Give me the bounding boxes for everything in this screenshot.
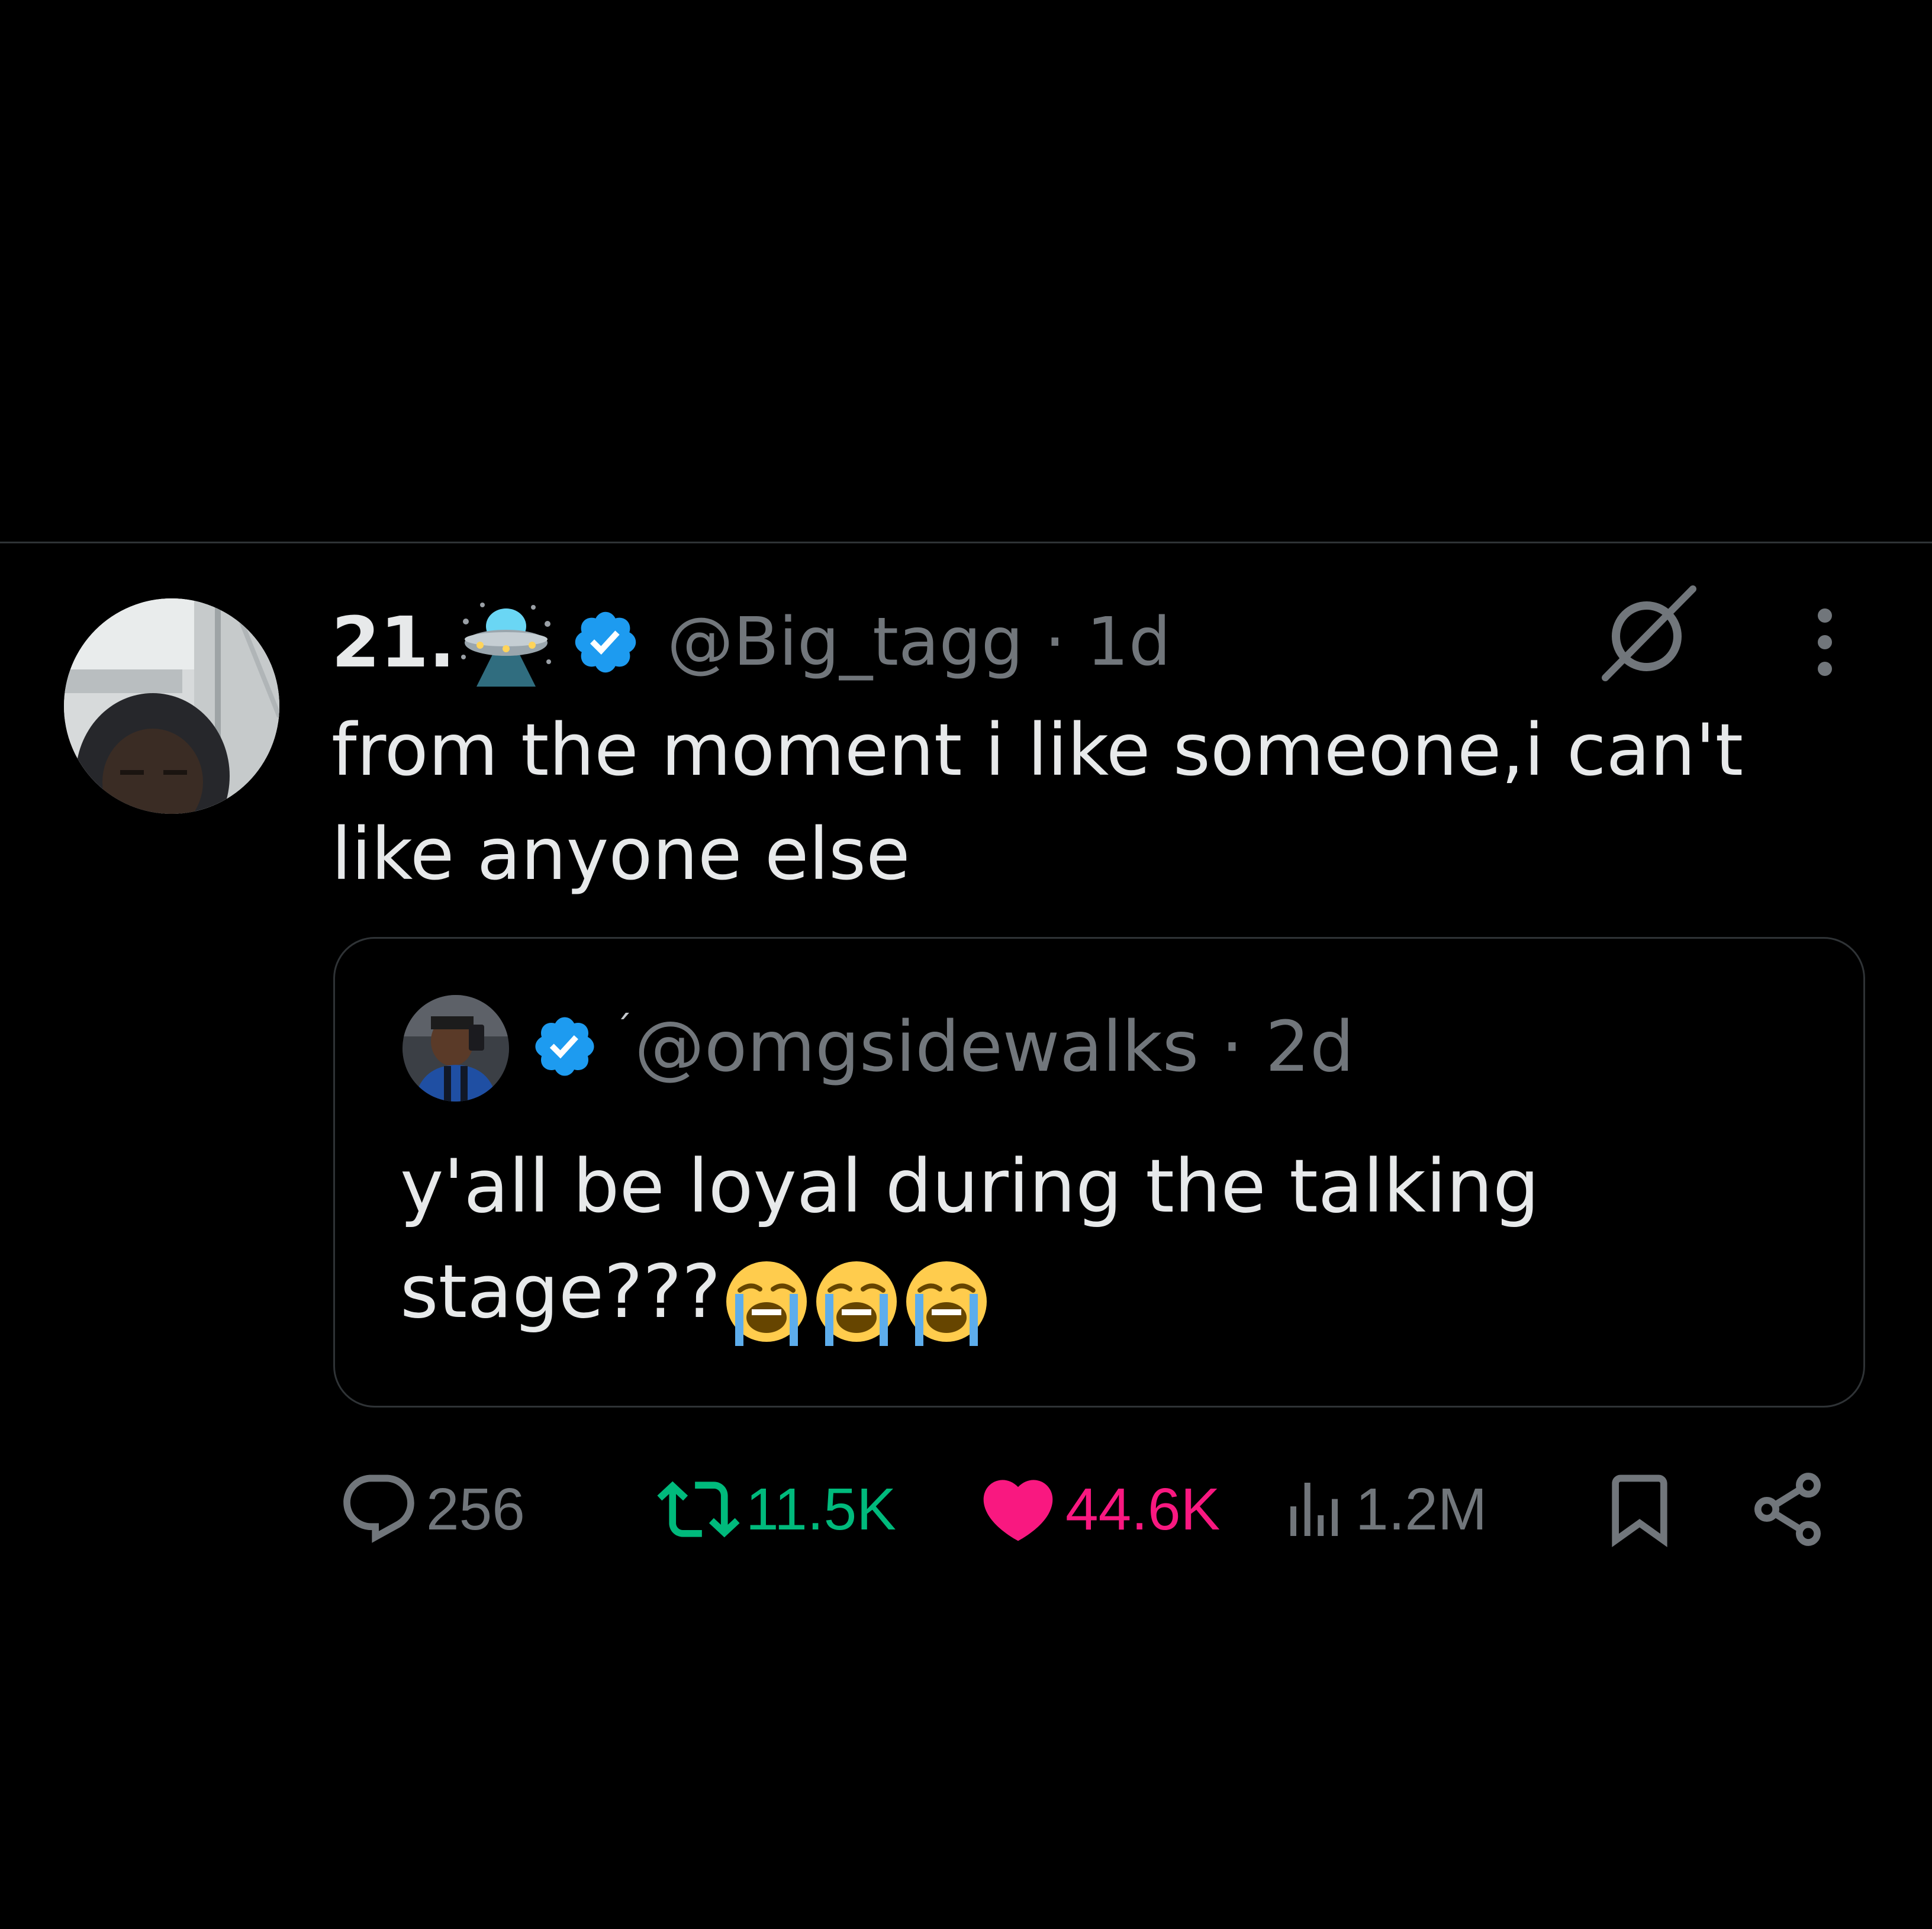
reply-button[interactable]: 256	[337, 1462, 525, 1557]
quoted-tweet-time[interactable]: 2d	[1266, 1006, 1354, 1087]
tweet-text: from the moment i like someone,i can't l…	[331, 709, 1744, 896]
tweet-actions: 256 11.5K 44.6K 1.2M	[337, 1462, 1829, 1557]
reply-icon	[343, 1474, 414, 1543]
quoted-tweet-meta: @omgsidewalks · 2d	[635, 1006, 1354, 1087]
loudly-crying-face-icon	[722, 1257, 811, 1346]
tweet-time[interactable]: 1d	[1087, 604, 1171, 681]
bookmark-icon	[1612, 1474, 1667, 1547]
top-divider	[0, 542, 1932, 543]
author-display-name[interactable]: 21.	[331, 601, 455, 683]
retweet-button[interactable]: 11.5K	[657, 1462, 896, 1557]
like-button[interactable]: 44.6K	[977, 1462, 1220, 1557]
heart-icon	[983, 1480, 1053, 1541]
tweet-meta: @Big_tagg · 1d	[667, 604, 1171, 681]
views-icon	[1290, 1483, 1338, 1536]
author-avatar[interactable]	[64, 598, 279, 814]
author-avatar-photo	[64, 598, 279, 814]
share-button[interactable]	[1746, 1462, 1829, 1557]
tweet-header: 21. @Big_tagg · 1d	[331, 592, 1171, 693]
share-icon	[1754, 1473, 1821, 1546]
loudly-crying-face-icon	[812, 1257, 901, 1346]
author-handle[interactable]: @Big_tagg	[667, 604, 1023, 681]
meta-separator: ·	[1044, 604, 1066, 681]
grok-icon[interactable]	[1598, 583, 1699, 684]
more-options-icon[interactable]	[1798, 598, 1852, 687]
like-count: 44.6K	[1065, 1476, 1221, 1542]
quoted-avatar-photo	[402, 995, 509, 1102]
quoted-tweet[interactable]: ˊ @omgsidewalks · 2d y'all be loyal duri…	[333, 937, 1865, 1408]
quoted-emoji-row	[721, 1244, 991, 1350]
quoted-meta-separator: ·	[1221, 1006, 1244, 1087]
bookmark-button[interactable]	[1598, 1462, 1681, 1557]
quoted-author-handle[interactable]: @omgsidewalks	[635, 1006, 1199, 1087]
views-count: 1.2M	[1355, 1476, 1487, 1542]
flying-saucer-icon	[459, 598, 553, 687]
views-button[interactable]: 1.2M	[1279, 1462, 1487, 1557]
loudly-crying-face-icon	[902, 1257, 991, 1346]
reply-count: 256	[426, 1476, 525, 1542]
quoted-tweet-header: ˊ @omgsidewalks · 2d	[530, 993, 1354, 1100]
retweet-count: 11.5K	[746, 1476, 896, 1542]
quoted-tweet-text: y'all be loyal during the talking stage?…	[400, 1134, 1821, 1350]
quoted-verified-badge-icon[interactable]	[530, 1012, 599, 1081]
verified-badge-icon[interactable]	[570, 607, 641, 678]
retweet-icon	[657, 1481, 740, 1538]
quoted-display-name-mark: ˊ	[614, 1009, 632, 1050]
quoted-author-avatar[interactable]	[402, 995, 509, 1102]
